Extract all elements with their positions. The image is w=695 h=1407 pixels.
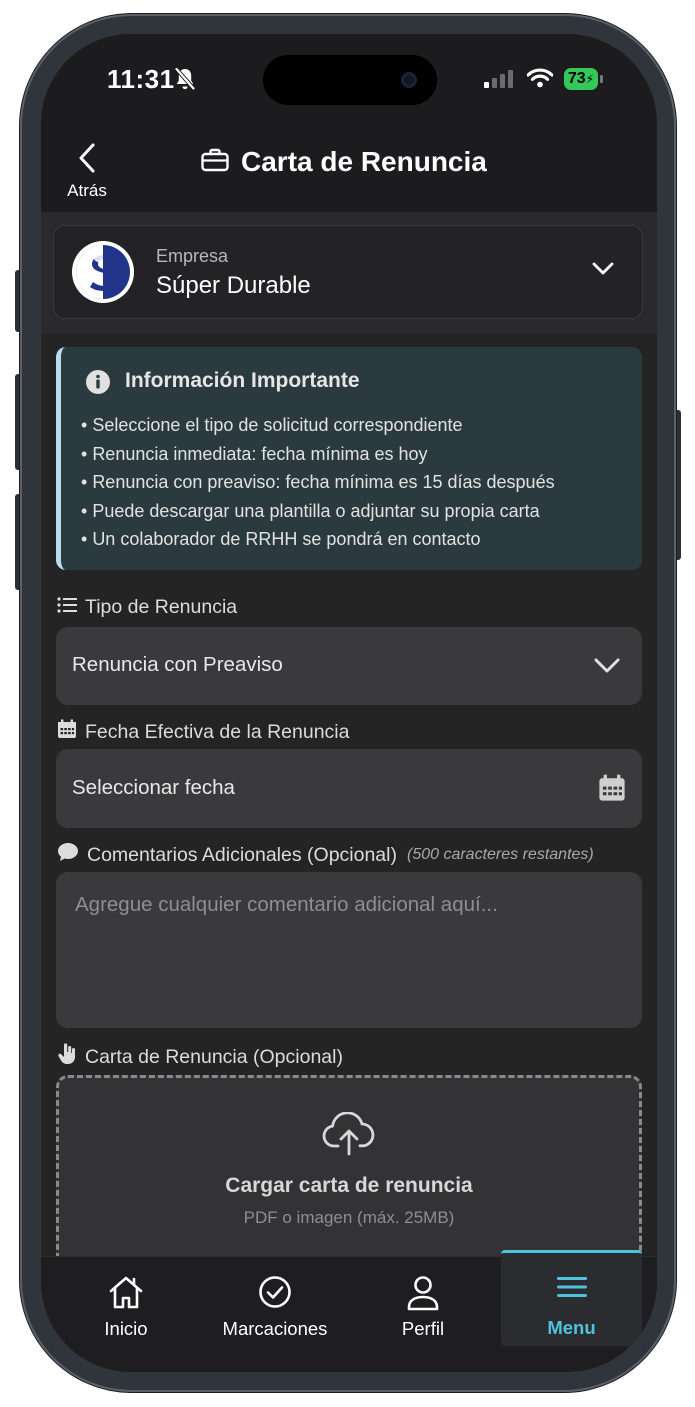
letter-label: Carta de Renuncia (Opcional)	[85, 1045, 343, 1068]
resignation-type-select[interactable]: Renuncia con Preaviso	[56, 627, 642, 705]
date-placeholder: Seleccionar fecha	[72, 776, 235, 799]
comments-textarea[interactable]: Agregue cualquier comentario adicional a…	[56, 872, 642, 1028]
menu-icon	[556, 1275, 588, 1304]
nav-header: Atrás Carta de Renuncia	[41, 124, 657, 212]
list-icon	[57, 596, 77, 619]
status-bar: 11:31 73 ⚡	[41, 34, 657, 124]
back-label: Atrás	[67, 181, 107, 200]
upload-title: Cargar carta de renuncia	[225, 1174, 473, 1197]
back-button[interactable]: Atrás	[59, 142, 115, 202]
comments-label-row: Comentarios Adicionales (Opcional) (500 …	[57, 842, 594, 868]
home-icon	[108, 1275, 144, 1314]
tab-label: Perfil	[401, 1318, 445, 1339]
date-label: Fecha Efectiva de la Renuncia	[85, 720, 350, 743]
tab-menu[interactable]: Menu	[501, 1250, 642, 1346]
letter-label-row: Carta de Renuncia (Opcional)	[57, 1043, 343, 1071]
info-box: Información Importante Seleccione el tip…	[56, 347, 642, 570]
charging-bolt-icon: ⚡	[585, 72, 595, 86]
page-title: Carta de Renuncia	[241, 146, 487, 177]
app-screen: 11:31 73 ⚡ Atrás Carta de Renuncia Empre…	[41, 34, 657, 1372]
status-time: 11:31	[107, 64, 175, 94]
info-item: Un colaborador de RRHH se pondrá en cont…	[81, 525, 555, 554]
tab-label: Menu	[547, 1317, 596, 1338]
char-counter: (500 caracteres restantes)	[406, 846, 594, 863]
battery-nub	[600, 75, 603, 83]
calendar-icon	[598, 774, 626, 807]
company-selector[interactable]: Empresa Súper Durable	[53, 225, 643, 319]
company-logo	[72, 241, 134, 303]
tab-perfil[interactable]: Perfil	[353, 1257, 493, 1345]
chevron-down-icon	[592, 262, 614, 281]
company-section: Empresa Súper Durable	[41, 212, 657, 334]
type-label-row: Tipo de Renuncia	[57, 596, 237, 619]
camera-icon	[401, 72, 417, 88]
info-icon	[85, 369, 111, 400]
company-name: Súper Durable	[156, 272, 311, 299]
cloud-upload-icon	[322, 1111, 376, 1161]
calendar-icon	[57, 719, 77, 745]
dynamic-island	[263, 55, 437, 105]
info-item: Renuncia inmediata: fecha mínima es hoy	[81, 440, 555, 469]
date-label-row: Fecha Efectiva de la Renuncia	[57, 719, 350, 745]
speech-bubble-icon	[57, 842, 79, 868]
info-list: Seleccione el tipo de solicitud correspo…	[81, 411, 555, 554]
bottom-tab-bar: Inicio Marcaciones Perfil Menu	[41, 1250, 657, 1372]
battery-indicator: 73 ⚡	[564, 68, 598, 90]
wifi-icon	[526, 68, 554, 93]
info-item: Renuncia con preaviso: fecha mínima es 1…	[81, 468, 554, 497]
chevron-left-icon	[77, 143, 97, 178]
tab-inicio[interactable]: Inicio	[56, 1257, 196, 1345]
info-item: Seleccione el tipo de solicitud correspo…	[81, 411, 555, 440]
comments-label: Comentarios Adicionales (Opcional)	[87, 843, 397, 866]
person-icon	[406, 1275, 440, 1316]
type-label: Tipo de Renuncia	[85, 596, 238, 618]
tab-label: Inicio	[104, 1318, 148, 1339]
company-label: Empresa	[156, 246, 229, 266]
title-group: Carta de Renuncia	[201, 146, 487, 178]
briefcase-icon	[201, 148, 229, 177]
info-title: Información Importante	[125, 369, 360, 392]
bell-muted-icon	[174, 67, 196, 96]
signal-icon	[484, 70, 514, 93]
battery-level: 73	[567, 70, 586, 87]
upload-subtitle: PDF o imagen (máx. 25MB)	[243, 1208, 455, 1227]
hand-pointer-icon	[57, 1043, 77, 1071]
tab-marcaciones[interactable]: Marcaciones	[205, 1257, 345, 1345]
type-value: Renuncia con Preaviso	[72, 653, 283, 676]
chevron-down-icon	[594, 658, 620, 679]
comments-placeholder: Agregue cualquier comentario adicional a…	[75, 893, 498, 916]
date-picker-field[interactable]: Seleccionar fecha	[56, 749, 642, 828]
info-item: Puede descargar una plantilla o adjuntar…	[81, 497, 555, 526]
upload-dropzone[interactable]: Cargar carta de renuncia PDF o imagen (m…	[56, 1075, 642, 1275]
check-circle-icon	[258, 1275, 292, 1314]
tab-label: Marcaciones	[222, 1318, 328, 1339]
